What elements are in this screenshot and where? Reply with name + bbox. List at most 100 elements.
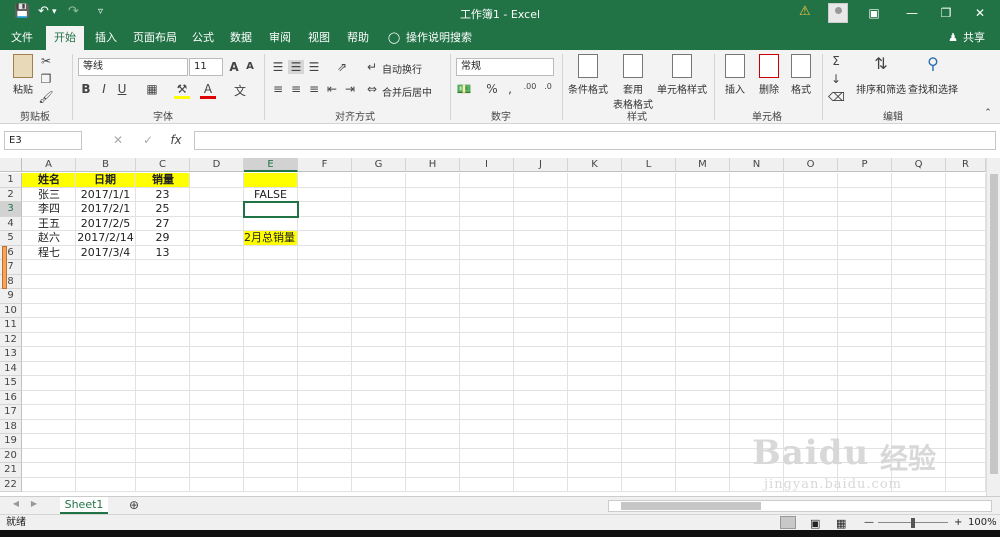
cell-m12[interactable] (676, 332, 730, 347)
cell-l22[interactable] (622, 477, 676, 492)
cell-k20[interactable] (568, 448, 622, 463)
column-header-b[interactable]: B (76, 158, 136, 172)
cell-b13[interactable] (76, 347, 136, 362)
cell-q3[interactable] (892, 202, 946, 217)
cell-k11[interactable] (568, 318, 622, 333)
cell-b12[interactable] (76, 332, 136, 347)
border-icon[interactable]: ▦ (144, 82, 160, 96)
column-header-l[interactable]: L (622, 158, 676, 172)
cell-d5[interactable] (190, 231, 244, 246)
cell-h12[interactable] (406, 332, 460, 347)
cell-c19[interactable] (136, 434, 190, 449)
row-header-2[interactable]: 2 (0, 187, 22, 202)
cell-h14[interactable] (406, 361, 460, 376)
row-header-5[interactable]: 5 (0, 231, 22, 246)
cell-k18[interactable] (568, 419, 622, 434)
cell-b17[interactable] (76, 405, 136, 420)
cell-b20[interactable] (76, 448, 136, 463)
cell-r14[interactable] (946, 361, 986, 376)
cell-r18[interactable] (946, 419, 986, 434)
cell-d4[interactable] (190, 216, 244, 231)
cell-e6[interactable] (244, 245, 298, 260)
row-header-19[interactable]: 19 (0, 434, 22, 449)
cell-k3[interactable] (568, 202, 622, 217)
cell-h19[interactable] (406, 434, 460, 449)
cell-d8[interactable] (190, 274, 244, 289)
cell-b21[interactable] (76, 463, 136, 478)
cell-l19[interactable] (622, 434, 676, 449)
cell-f15[interactable] (298, 376, 352, 391)
cell-j2[interactable] (514, 187, 568, 202)
cell-q6[interactable] (892, 245, 946, 260)
cell-m8[interactable] (676, 274, 730, 289)
cell-l9[interactable] (622, 289, 676, 304)
cell-j4[interactable] (514, 216, 568, 231)
cell-m21[interactable] (676, 463, 730, 478)
cell-q16[interactable] (892, 390, 946, 405)
cell-r12[interactable] (946, 332, 986, 347)
cell-n16[interactable] (730, 390, 784, 405)
font-size-select[interactable]: 11 (189, 58, 223, 76)
cell-d3[interactable] (190, 202, 244, 217)
cell-m1[interactable] (676, 173, 730, 188)
cell-a17[interactable] (22, 405, 76, 420)
row-header-11[interactable]: 11 (0, 318, 22, 333)
column-header-c[interactable]: C (136, 158, 190, 172)
cell-i15[interactable] (460, 376, 514, 391)
share-person-icon[interactable]: ♟ (946, 26, 960, 50)
cell-b10[interactable] (76, 303, 136, 318)
decrease-indent-icon[interactable]: ⇤ (324, 82, 340, 96)
decrease-decimal-icon[interactable]: .0 (540, 82, 556, 91)
enter-icon[interactable]: ✓ (140, 133, 156, 147)
cell-q14[interactable] (892, 361, 946, 376)
cell-e21[interactable] (244, 463, 298, 478)
cell-d1[interactable] (190, 173, 244, 188)
cell-a10[interactable] (22, 303, 76, 318)
phonetic-icon[interactable]: 文 (232, 82, 248, 99)
cell-i22[interactable] (460, 477, 514, 492)
cell-i21[interactable] (460, 463, 514, 478)
cell-k1[interactable] (568, 173, 622, 188)
cell-f1[interactable] (298, 173, 352, 188)
cell-q11[interactable] (892, 318, 946, 333)
cell-e9[interactable] (244, 289, 298, 304)
cell-f17[interactable] (298, 405, 352, 420)
cell-o18[interactable] (784, 419, 838, 434)
zoom-slider-thumb[interactable] (911, 518, 915, 528)
cancel-icon[interactable]: ✕ (110, 133, 126, 147)
fill-color-icon[interactable]: ⚒ (174, 82, 190, 99)
cell-j11[interactable] (514, 318, 568, 333)
row-header-1[interactable]: 1 (0, 173, 22, 188)
cell-p9[interactable] (838, 289, 892, 304)
tab-formulas[interactable]: 公式 (186, 26, 220, 50)
cell-q2[interactable] (892, 187, 946, 202)
cell-r17[interactable] (946, 405, 986, 420)
tab-data[interactable]: 数据 (224, 26, 258, 50)
cell-e15[interactable] (244, 376, 298, 391)
cell-g21[interactable] (352, 463, 406, 478)
cell-l15[interactable] (622, 376, 676, 391)
cell-c6[interactable]: 13 (136, 245, 190, 260)
conditional-format-button[interactable]: 条件格式 (566, 54, 610, 96)
cell-o17[interactable] (784, 405, 838, 420)
cell-b15[interactable] (76, 376, 136, 391)
cell-h21[interactable] (406, 463, 460, 478)
cell-e8[interactable] (244, 274, 298, 289)
cell-g16[interactable] (352, 390, 406, 405)
cell-o2[interactable] (784, 187, 838, 202)
cell-r11[interactable] (946, 318, 986, 333)
copy-icon[interactable]: ❐ (38, 72, 54, 86)
cell-o3[interactable] (784, 202, 838, 217)
cell-k13[interactable] (568, 347, 622, 362)
cell-k9[interactable] (568, 289, 622, 304)
align-middle-icon[interactable]: ☰ (288, 60, 304, 74)
merge-center-button[interactable]: 合并后居中 (382, 84, 432, 99)
cell-j20[interactable] (514, 448, 568, 463)
cell-l20[interactable] (622, 448, 676, 463)
cell-j19[interactable] (514, 434, 568, 449)
cell-d15[interactable] (190, 376, 244, 391)
cell-e22[interactable] (244, 477, 298, 492)
cell-k15[interactable] (568, 376, 622, 391)
cell-d18[interactable] (190, 419, 244, 434)
cell-h11[interactable] (406, 318, 460, 333)
